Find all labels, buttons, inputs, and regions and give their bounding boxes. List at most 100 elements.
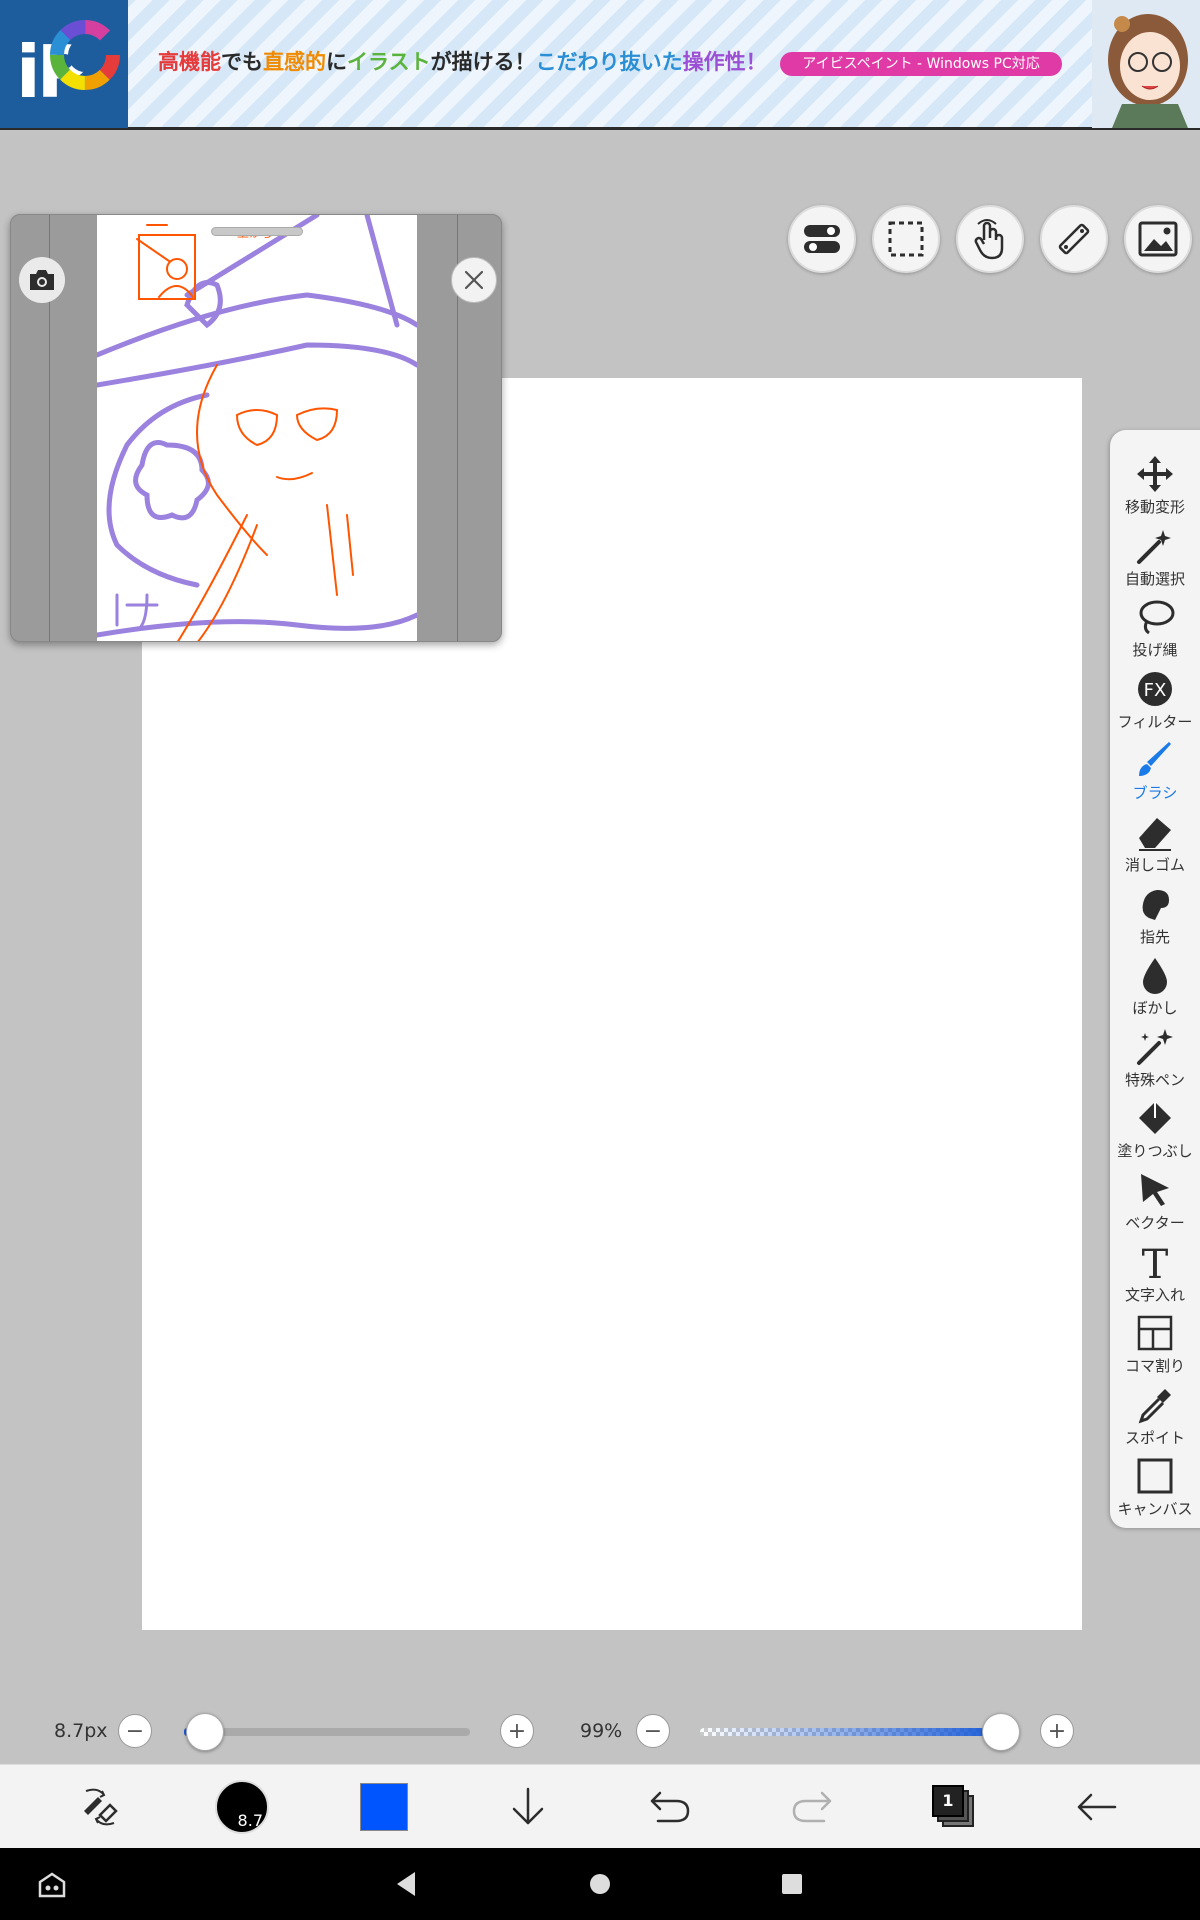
tool-label: 投げ縄 [1132,641,1178,660]
navigator-close-button[interactable] [451,257,497,303]
vector-cursor-icon [1141,1174,1169,1206]
keyboard-accessory-icon [38,1872,66,1898]
layer-count: 1 [932,1785,964,1817]
opacity-increase-button[interactable]: + [1040,1714,1074,1748]
brush-size-slider-thumb[interactable] [185,1713,224,1751]
tool-palette: 移動変形自動選択投げ縄 FX フィルターブラシ消しゴム指先ぼかし特殊ペン塗りつぶしベ… [1110,430,1200,1528]
tool-vector[interactable]: ベクター [1110,1164,1200,1236]
tool-brush[interactable]: ブラシ [1110,734,1200,806]
redo-button[interactable] [762,1765,862,1849]
tool-smudge[interactable]: 指先 [1110,878,1200,950]
import-image-button[interactable] [1124,205,1192,273]
square-recents-icon [782,1874,802,1894]
banner-headline-part: こだわり抜いた [535,50,683,74]
opacity-track[interactable] [700,1728,1004,1736]
hand-gesture-button[interactable] [956,205,1024,273]
camera-icon [30,270,54,290]
brush-preview-icon: 8.7 [215,1780,269,1834]
tool-frame[interactable]: コマ割り [1110,1307,1200,1379]
ruler-button[interactable] [1040,205,1108,273]
arrow-down-icon [512,1787,544,1825]
layer-toggle-icon [804,225,840,253]
brush-size-decrease-button[interactable]: − [118,1714,152,1748]
navigator-preview[interactable]: 上から [97,215,417,641]
tool-label: フィルター [1117,712,1193,731]
canvas-icon [1137,1458,1173,1494]
system-recents-button[interactable] [752,1848,832,1920]
smudge-icon [1142,889,1169,920]
accessibility-button[interactable] [12,1848,92,1920]
undo-icon [650,1791,690,1823]
layer-down-button[interactable] [478,1765,578,1849]
brush-eraser-swap-icon [84,1788,118,1826]
brush-icon [1139,742,1171,777]
magic-wand-icon [1137,529,1171,564]
banner-headline-part: 直感的 [263,50,326,74]
tool-eyedropper[interactable]: スポイト [1110,1379,1200,1451]
navigator-drag-handle[interactable] [211,227,303,236]
tool-fill[interactable]: 塗りつぶし [1110,1092,1200,1164]
brush-eraser-swap-button[interactable] [50,1765,150,1849]
system-home-button[interactable] [560,1848,640,1920]
opacity-decrease-button[interactable]: − [636,1714,670,1748]
fill-bucket-icon [1139,1102,1171,1135]
blur-drop-icon [1143,958,1167,995]
tool-magic[interactable]: 自動選択 [1110,520,1200,592]
tool-label: 指先 [1139,927,1170,946]
tool-label: 自動選択 [1124,569,1185,588]
brush-size-track[interactable] [184,1728,470,1736]
banner-headline-part: 高機能 [158,50,221,74]
ibis-paint-logo: iP [0,0,128,128]
triangle-back-icon [397,1872,415,1896]
tool-eraser[interactable]: 消しゴム [1110,806,1200,878]
layers-icon: 1 [932,1785,976,1829]
banner-headline-part: 操作性！ [682,50,767,74]
brush-size-badge: 8.7 [237,1811,263,1830]
lasso-icon [1139,600,1175,635]
tool-label: キャンバス [1117,1500,1193,1519]
svg-text:FX: FX [1144,680,1167,701]
tool-label: 移動変形 [1124,498,1185,516]
tool-label: ぼかし [1132,999,1178,1018]
tool-blur[interactable]: ぼかし [1110,949,1200,1021]
eraser-icon [1139,818,1171,851]
selection-icon [888,221,924,257]
system-navigation-bar [0,1848,1200,1920]
ad-banner[interactable]: iP 高機能でも直感的にイラストが描ける！こだわり抜いた操作性！ アイビスペイン… [0,0,1200,130]
brush-size-label: 8.7px [54,1720,108,1742]
banner-badge: アイビスペイント - Windows PC対応 [780,52,1062,76]
tool-label: 文字入れ [1124,1285,1185,1304]
svg-text:T: T [1142,1242,1169,1282]
tool-lasso[interactable]: 投げ縄 [1110,591,1200,663]
back-button[interactable] [1046,1765,1146,1849]
tool-label: 消しゴム [1124,856,1185,874]
layer-toggle-button[interactable] [788,205,856,273]
banner-character-illustration [1092,0,1200,128]
color-picker-button[interactable] [334,1765,434,1849]
banner-headline-part: が描ける！ [430,50,536,74]
navigator-panel[interactable]: 上から [10,214,502,642]
tool-canvas[interactable]: キャンバス [1110,1450,1200,1522]
tool-special[interactable]: 特殊ペン [1110,1021,1200,1093]
selection-button[interactable] [872,205,940,273]
tool-text[interactable]: T 文字入れ [1110,1236,1200,1308]
image-icon [1138,221,1178,257]
fx-icon: FX [1138,671,1172,706]
tool-move[interactable]: 移動変形 [1110,448,1200,520]
tool-label: 塗りつぶし [1117,1142,1193,1161]
tool-label: コマ割り [1124,1357,1185,1376]
opacity-label: 99% [580,1720,623,1742]
opacity-slider-thumb[interactable] [981,1713,1020,1751]
banner-headline-part: でも [221,50,263,74]
text-icon: T [1142,1242,1169,1282]
layers-button[interactable]: 1 [904,1765,1004,1849]
brush-size-button[interactable]: 8.7 [192,1765,292,1849]
move-icon [1137,456,1173,492]
eyedropper-icon [1138,1388,1171,1424]
special-pen-icon [1137,1028,1173,1065]
system-back-button[interactable] [366,1848,446,1920]
navigator-capture-button[interactable] [19,257,65,303]
undo-button[interactable] [620,1765,720,1849]
tool-filter[interactable]: FX フィルター [1110,663,1200,735]
brush-size-increase-button[interactable]: + [500,1714,534,1748]
